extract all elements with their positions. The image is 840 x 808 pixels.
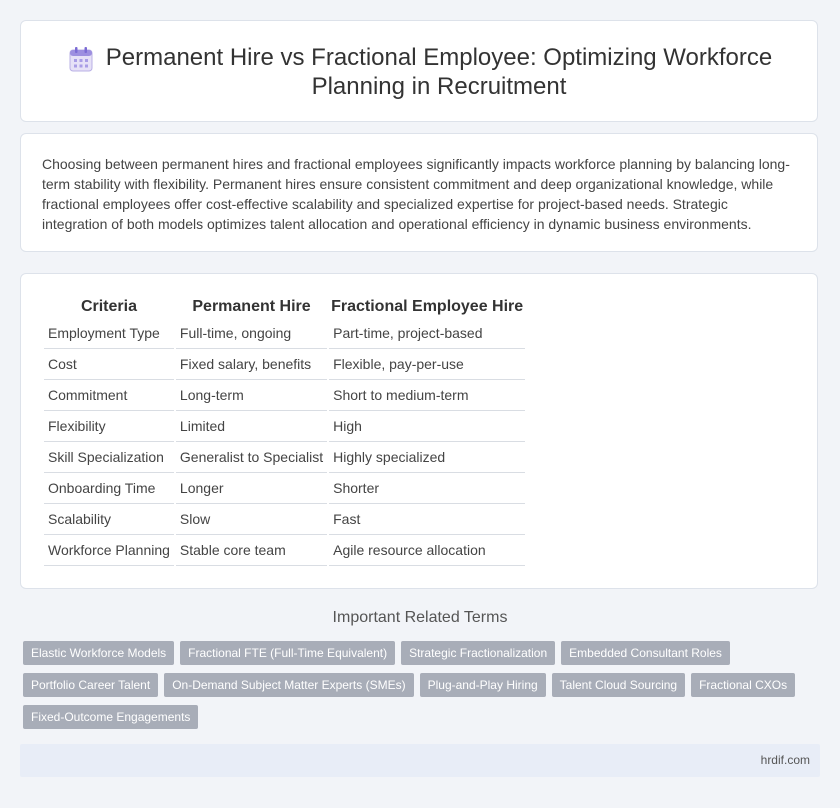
table-cell: Generalist to Specialist <box>175 442 328 473</box>
table-row: Cost Fixed salary, benefits Flexible, pa… <box>44 349 526 380</box>
table-cell: High <box>329 411 526 442</box>
table-cell: Onboarding Time <box>44 473 174 504</box>
table-cell: Part-time, project-based <box>329 318 526 349</box>
related-term-tag[interactable]: Strategic Fractionalization <box>401 641 556 665</box>
table-cell: Full-time, ongoing <box>175 318 328 349</box>
table-cell: Long-term <box>175 380 328 411</box>
table-cell: Longer <box>175 473 328 504</box>
related-term-tag[interactable]: Portfolio Career Talent <box>23 673 159 697</box>
column-header-fractional: Fractional Employee Hire <box>331 298 524 315</box>
column-header-criteria: Criteria <box>80 298 137 315</box>
table-cell: Fast <box>329 504 526 535</box>
table-cell: Agile resource allocation <box>329 535 526 566</box>
table-cell: Shorter <box>329 473 526 504</box>
header-card: Permanent Hire vs Fractional Employee: O… <box>20 20 818 122</box>
table-cell: Slow <box>175 504 328 535</box>
table-cell: Limited <box>175 411 328 442</box>
table-cell: Fixed salary, benefits <box>175 349 328 380</box>
table-row: Employment Type Full-time, ongoing Part-… <box>44 318 526 349</box>
table-cell: Commitment <box>44 380 174 411</box>
footer-site-link[interactable]: hrdif.com <box>761 753 810 767</box>
table-row: Workforce Planning Stable core team Agil… <box>44 535 526 566</box>
related-term-tag[interactable]: Elastic Workforce Models <box>23 641 175 665</box>
table-row: Scalability Slow Fast <box>44 504 526 535</box>
related-term-tag[interactable]: Talent Cloud Sourcing <box>551 673 686 697</box>
column-header-permanent: Permanent Hire <box>192 298 311 315</box>
table-cell: Scalability <box>44 504 174 535</box>
table-cell: Flexibility <box>44 411 174 442</box>
table-cell: Cost <box>44 349 174 380</box>
table-row: Skill Specialization Generalist to Speci… <box>44 442 526 473</box>
table-cell: Highly specialized <box>329 442 526 473</box>
table-cell: Employment Type <box>44 318 174 349</box>
related-terms-heading: Important Related Terms <box>332 609 508 626</box>
related-term-tag[interactable]: Embedded Consultant Roles <box>561 641 730 665</box>
table-row: Commitment Long-term Short to medium-ter… <box>44 380 526 411</box>
related-term-tag[interactable]: On-Demand Subject Matter Experts (SMEs) <box>164 673 414 697</box>
related-terms-list: Elastic Workforce Models Fractional FTE (… <box>23 641 813 737</box>
footer-bar: hrdif.com <box>20 744 820 777</box>
related-term-tag[interactable]: Plug-and-Play Hiring <box>419 673 546 697</box>
related-term-tag[interactable]: Fractional CXOs <box>691 673 796 697</box>
table-header-row: Criteria Permanent Hire Fractional Emplo… <box>44 296 525 318</box>
related-term-tag[interactable]: Fractional FTE (Full-Time Equivalent) <box>180 641 396 665</box>
comparison-card: Criteria Permanent Hire Fractional Emplo… <box>20 273 818 589</box>
page-title: Permanent Hire vs Fractional Employee: O… <box>105 44 773 100</box>
table-cell: Flexible, pay-per-use <box>329 349 526 380</box>
table-cell: Workforce Planning <box>44 535 174 566</box>
table-row: Flexibility Limited High <box>44 411 526 442</box>
table-cell: Skill Specialization <box>44 442 174 473</box>
related-term-tag[interactable]: Fixed-Outcome Engagements <box>23 705 199 729</box>
comparison-table: Criteria Permanent Hire Fractional Emplo… <box>42 296 527 566</box>
table-row: Onboarding Time Longer Shorter <box>44 473 526 504</box>
intro-card: Choosing between permanent hires and fra… <box>20 133 818 252</box>
table-cell: Short to medium-term <box>329 380 526 411</box>
intro-paragraph: Choosing between permanent hires and fra… <box>42 156 790 232</box>
table-cell: Stable core team <box>175 535 328 566</box>
